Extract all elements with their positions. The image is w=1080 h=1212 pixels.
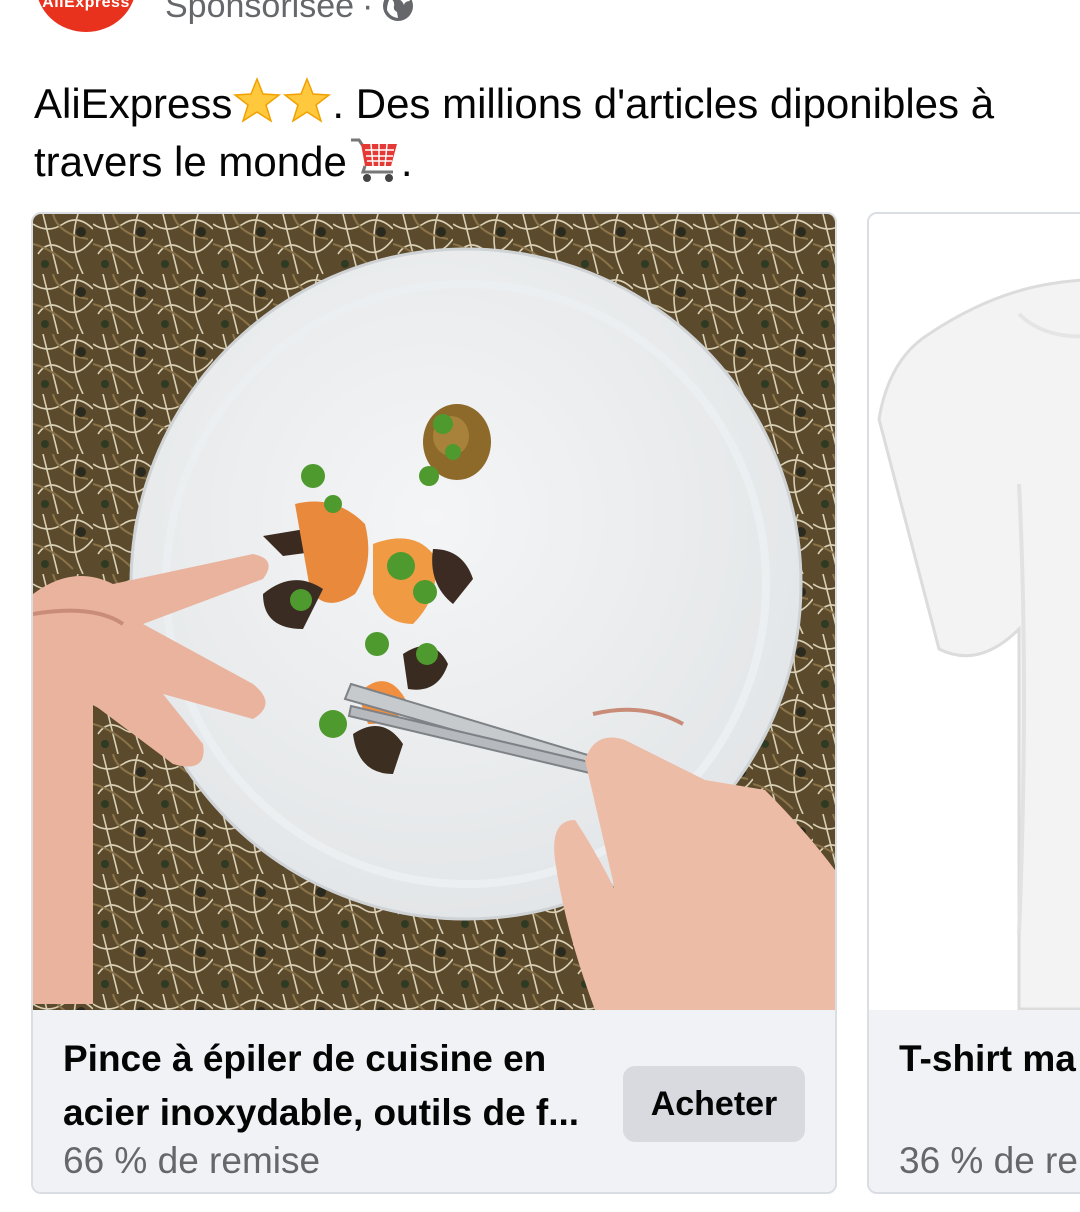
globe-icon[interactable]	[381, 0, 415, 23]
card-footer: T-shirt ma pour homm 36 % de re	[869, 1010, 1080, 1192]
buy-button[interactable]: Acheter	[623, 1066, 805, 1142]
meta-separator: ·	[362, 0, 374, 25]
avatar-logo-text: AliExpress	[42, 0, 130, 11]
post-meta: Sponsorisée ·	[165, 0, 415, 28]
shopping-cart-emoji-icon	[347, 132, 401, 186]
product-image[interactable]	[869, 214, 1080, 1010]
page-avatar[interactable]: AliExpress	[36, 0, 136, 32]
carousel-card[interactable]: T-shirt ma pour homm 36 % de re	[867, 212, 1080, 1194]
product-title[interactable]: T-shirt ma pour homm	[899, 1032, 1080, 1086]
sponsored-label: Sponsorisée	[165, 0, 355, 25]
discount-label: 66 % de remise	[63, 1140, 321, 1181]
product-title[interactable]: Pince à épiler de cuisine en acier inoxy…	[63, 1032, 603, 1140]
product-image[interactable]	[33, 214, 835, 1010]
post-caption: AliExpress. Des millions d'articles dipo…	[34, 76, 1044, 190]
discount-label: 36 % de re	[899, 1140, 1078, 1181]
caption-brand: AliExpress	[34, 80, 233, 127]
carousel-card[interactable]: Pince à épiler de cuisine en acier inoxy…	[31, 212, 837, 1194]
caption-end: .	[400, 138, 413, 185]
card-footer: Pince à épiler de cuisine en acier inoxy…	[33, 1010, 835, 1192]
star-emoji-icon	[232, 76, 282, 126]
star-emoji-icon	[282, 76, 332, 126]
